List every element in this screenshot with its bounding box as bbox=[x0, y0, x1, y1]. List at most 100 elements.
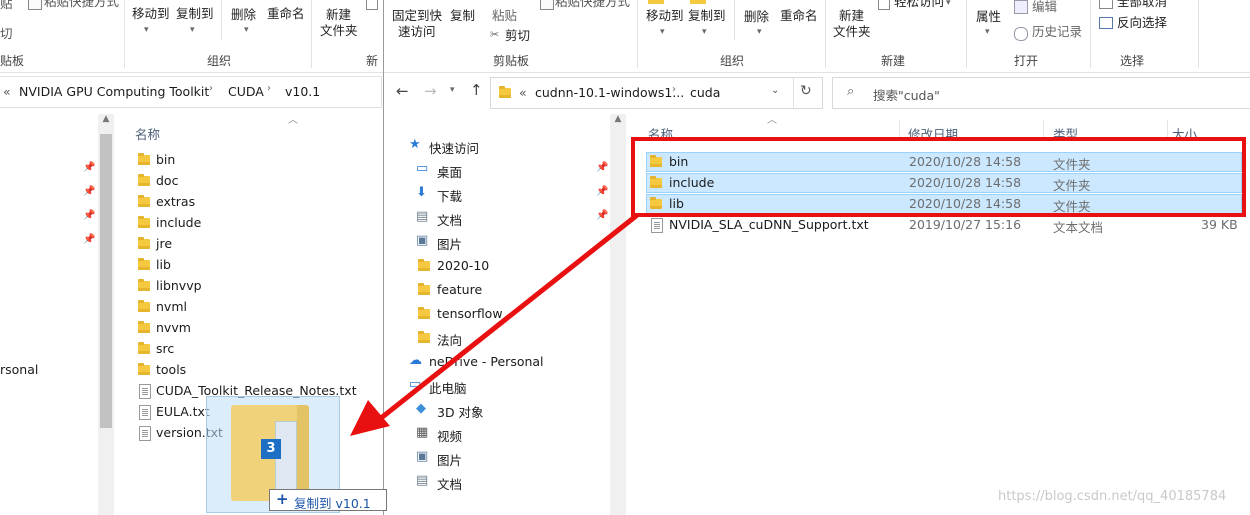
edit-button[interactable]: 编辑 bbox=[1032, 0, 1057, 15]
list-item[interactable]: jre bbox=[135, 234, 375, 255]
properties-button[interactable]: 属性 bbox=[976, 9, 1001, 25]
paste-button[interactable]: 粘贴 bbox=[492, 8, 517, 24]
group-organize-label: 组织 bbox=[207, 54, 232, 68]
list-item-label: lib bbox=[156, 257, 171, 272]
folder-icon bbox=[138, 300, 150, 312]
breadcrumb-overflow[interactable]: « bbox=[519, 85, 527, 100]
text-file-icon bbox=[139, 426, 151, 441]
back-arrow-icon[interactable]: ← bbox=[396, 82, 409, 100]
right-address-bar[interactable]: « cudnn-10.1-windows1... › cuda ⌄ ↻ bbox=[490, 77, 823, 109]
search-input[interactable]: 搜索"cuda" bbox=[873, 85, 940, 104]
edit-icon bbox=[1014, 0, 1028, 14]
list-item[interactable]: lib bbox=[135, 255, 375, 276]
nav-item-label: 图片 bbox=[437, 453, 463, 468]
search-box[interactable]: ⌕ 搜索"cuda" bbox=[832, 77, 1250, 109]
new-folder-button-line2[interactable]: 文件夹 bbox=[320, 23, 358, 39]
breadcrumb-item-cuda[interactable]: CUDA bbox=[228, 84, 264, 99]
divider bbox=[1198, 0, 1199, 68]
easy-access-button[interactable]: 轻松访问 bbox=[894, 0, 944, 10]
left-address-bar[interactable]: « NVIDIA GPU Computing Toolkit › CUDA › … bbox=[0, 76, 382, 108]
folder-icon bbox=[138, 363, 150, 375]
list-item[interactable]: nvvm bbox=[135, 318, 375, 339]
nav-item-label: 快速访问 bbox=[429, 141, 480, 156]
nav-item[interactable]: ▣ 图片 bbox=[384, 446, 610, 470]
scroll-up-icon[interactable]: ▲ bbox=[100, 114, 112, 130]
new-folder-button-line2[interactable]: 文件夹 bbox=[833, 24, 871, 40]
pin-icon: 📌 bbox=[83, 186, 96, 197]
pin-quick-access-button[interactable]: 固定到快 bbox=[392, 8, 442, 24]
list-item[interactable]: libnvvp bbox=[135, 276, 375, 297]
arrow-shaft bbox=[373, 213, 639, 425]
pin-icon: 📌 bbox=[596, 162, 609, 173]
right-ribbon: 固定到快 速访问 复制 粘贴 ✂ 剪切 粘贴快捷方式 移动到 复制到 ▾ ▾ 删… bbox=[384, 0, 1250, 73]
move-to-button[interactable]: 移动到 bbox=[132, 6, 170, 22]
paste-shortcut-button[interactable]: 粘贴快捷方式 bbox=[555, 0, 630, 10]
breadcrumb-item-nvidia[interactable]: NVIDIA GPU Computing Toolkit bbox=[19, 84, 209, 99]
nav-item[interactable]: ▤ 文档 bbox=[384, 470, 610, 494]
invert-selection-button[interactable]: 反向选择 bbox=[1117, 15, 1167, 31]
list-item[interactable]: include bbox=[135, 213, 375, 234]
select-none-button[interactable]: 全部取消 bbox=[1117, 0, 1167, 10]
column-header-name[interactable]: 名称 bbox=[135, 124, 160, 143]
refresh-icon[interactable]: ↻ bbox=[800, 83, 812, 99]
up-arrow-icon[interactable]: ↑ bbox=[470, 81, 483, 99]
cell-size: 39 KB bbox=[1201, 217, 1238, 232]
pin-quick-access-line2[interactable]: 速访问 bbox=[398, 24, 436, 40]
recent-locations-icon[interactable]: ▾ bbox=[450, 85, 455, 95]
list-item[interactable]: nvml bbox=[135, 297, 375, 318]
copy-to-button[interactable]: 复制到 bbox=[176, 6, 214, 22]
move-to-button[interactable]: 移动到 bbox=[646, 8, 684, 24]
drag-tooltip: + 复制到 v10.1 bbox=[269, 489, 387, 511]
pin-icon: 📌 bbox=[596, 186, 609, 197]
delete-button[interactable]: 删除 bbox=[231, 7, 256, 23]
list-item-label: bin bbox=[156, 152, 176, 167]
nav-item[interactable]: ★ 快速访问 bbox=[384, 134, 610, 158]
history-button[interactable]: 历史记录 bbox=[1032, 24, 1082, 40]
left-nav-pane: 📌 📌 📌 📌 rsonal bbox=[0, 114, 98, 515]
divider bbox=[825, 0, 826, 68]
breadcrumb-item-v10[interactable]: v10.1 bbox=[285, 84, 320, 99]
new-folder-button[interactable]: 新建 bbox=[326, 7, 351, 23]
breadcrumb-item-cuda[interactable]: cuda bbox=[690, 85, 720, 100]
breadcrumb-separator-icon: › bbox=[209, 83, 213, 94]
pin-icon: 📌 bbox=[83, 162, 96, 173]
forward-arrow-icon[interactable]: → bbox=[424, 82, 437, 100]
nav-item-label: 下载 bbox=[437, 189, 463, 204]
delete-button[interactable]: 删除 bbox=[744, 9, 769, 25]
nav-item[interactable]: ⬇ 下载 📌 bbox=[384, 182, 610, 206]
drag-tooltip-text: 复制到 v10.1 bbox=[294, 496, 371, 511]
list-item[interactable]: tools bbox=[135, 360, 375, 381]
scissors-icon: ✂ bbox=[490, 28, 500, 41]
nav-item[interactable]: ▭ 桌面 📌 bbox=[384, 158, 610, 182]
rename-button[interactable]: 重命名 bbox=[267, 6, 305, 22]
list-item-label: tools bbox=[156, 362, 187, 377]
copy-to-button[interactable]: 复制到 bbox=[688, 8, 726, 24]
rename-button[interactable]: 重命名 bbox=[780, 8, 818, 24]
star-icon: ★ bbox=[409, 137, 421, 152]
paste-shortcut-button[interactable]: 粘贴快捷方式 bbox=[44, 0, 119, 10]
new-folder-button[interactable]: 新建 bbox=[839, 8, 864, 24]
watermark-text: https://blog.csdn.net/qq_40185784 bbox=[998, 489, 1227, 504]
list-item[interactable]: extras bbox=[135, 192, 375, 213]
breadcrumb-overflow[interactable]: « bbox=[3, 84, 11, 99]
folder-icon bbox=[138, 237, 150, 249]
copy-button[interactable]: 复制 bbox=[450, 8, 475, 24]
left-nav-scrollbar[interactable]: ▲ bbox=[98, 114, 114, 515]
list-item[interactable]: bin bbox=[135, 150, 375, 171]
cell-type: 文本文档 bbox=[1053, 220, 1104, 235]
breadcrumb-item-cudnn[interactable]: cudnn-10.1-windows1... bbox=[535, 85, 684, 100]
paste-partial[interactable]: 贴 bbox=[0, 0, 13, 12]
group-organize-label: 组织 bbox=[720, 54, 745, 68]
delete-chevron-icon: ▾ bbox=[757, 27, 762, 37]
onedrive-personal-partial[interactable]: rsonal bbox=[0, 362, 38, 377]
list-item[interactable]: doc bbox=[135, 171, 375, 192]
list-item[interactable]: src bbox=[135, 339, 375, 360]
cut-partial[interactable]: 切 bbox=[0, 26, 13, 42]
pin-icon: 📌 bbox=[83, 210, 96, 221]
scroll-up-icon[interactable]: ▲ bbox=[612, 114, 624, 130]
table-row[interactable]: NVIDIA_SLA_cuDNN_Support.txt 2019/10/27 1… bbox=[646, 215, 1242, 235]
list-item-label: nvvm bbox=[156, 320, 191, 335]
scroll-thumb[interactable] bbox=[100, 134, 112, 428]
address-dropdown-icon[interactable]: ⌄ bbox=[771, 85, 779, 96]
cut-button[interactable]: 剪切 bbox=[505, 28, 530, 44]
